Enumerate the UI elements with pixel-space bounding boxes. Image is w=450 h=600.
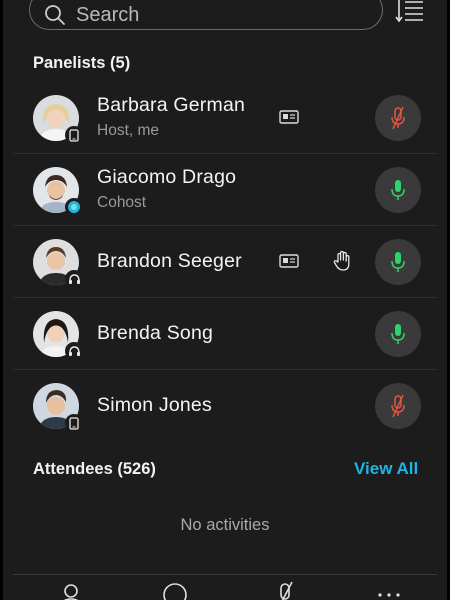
search-placeholder: Search (76, 3, 140, 26)
phone-icon (65, 414, 83, 432)
id-card-icon (279, 254, 299, 268)
raise-hand-icon (333, 250, 350, 271)
mute-toggle-button[interactable] (375, 167, 421, 213)
avatar (33, 167, 83, 216)
participants-screen: Search Panelists (5) Barbara German Host… (3, 0, 447, 600)
mute-toggle-button[interactable] (375, 311, 421, 357)
microphone-icon (391, 252, 405, 272)
mute-toggle-button[interactable] (375, 239, 421, 285)
headset-icon (65, 342, 83, 360)
panelist-row[interactable]: Barbara German Host, me (13, 82, 437, 154)
bottom-toolbar (13, 574, 437, 600)
attendees-heading: Attendees (526) (33, 460, 156, 478)
participant-role: Host, me (97, 122, 160, 139)
avatar (33, 383, 83, 432)
avatar (33, 95, 83, 144)
sort-icon[interactable] (395, 0, 425, 24)
more-icon[interactable] (375, 581, 403, 600)
participant-name: Brenda Song (97, 322, 214, 344)
microphone-muted-icon (391, 394, 405, 418)
mute-toggle-button[interactable] (375, 383, 421, 429)
participant-name: Giacomo Drago (97, 166, 237, 188)
panelist-row[interactable]: Brandon Seeger (13, 226, 437, 298)
participant-name: Barbara German (97, 94, 246, 116)
search-row: Search (3, 0, 447, 40)
microphone-icon (391, 180, 405, 200)
participant-name: Brandon Seeger (97, 250, 242, 272)
participant-role: Cohost (97, 194, 147, 211)
panelists-heading: Panelists (5) (33, 54, 131, 72)
avatar (33, 239, 83, 288)
search-icon (45, 5, 65, 25)
webex-app-icon (65, 198, 83, 216)
headset-icon (65, 270, 83, 288)
view-all-link[interactable]: View All (354, 459, 418, 479)
mute-toggle-button[interactable] (375, 95, 421, 141)
panelist-row[interactable]: Simon Jones (13, 370, 437, 442)
panelist-row[interactable]: Brenda Song (13, 298, 437, 370)
phone-icon (65, 126, 83, 144)
panelist-row[interactable]: Giacomo Drago Cohost (13, 154, 437, 226)
empty-state-text: No activities (180, 516, 270, 534)
participant-name: Simon Jones (97, 394, 212, 416)
microphone-icon (391, 324, 405, 344)
id-card-icon (279, 110, 299, 124)
search-input[interactable]: Search (29, 0, 383, 30)
panelist-list: Barbara German Host, me Giacomo Drago Co… (3, 82, 447, 442)
person-icon[interactable] (57, 581, 85, 600)
microphone-muted-icon[interactable] (271, 581, 299, 600)
avatar (33, 311, 83, 360)
microphone-muted-icon (391, 106, 405, 130)
chat-icon[interactable] (161, 581, 189, 600)
